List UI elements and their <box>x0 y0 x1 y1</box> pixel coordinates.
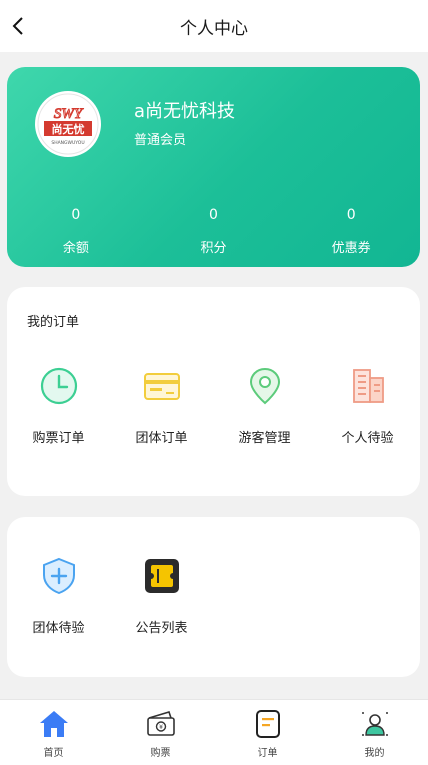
stat-value: 0 <box>209 207 218 223</box>
member-level: 普通会员 <box>134 133 187 148</box>
nav-label: 首页 <box>43 748 64 759</box>
clock-icon <box>40 367 77 405</box>
group-pending-button[interactable]: 团体待验 <box>7 555 110 636</box>
tools-grid: 团体待验 公告列表 <box>7 555 420 636</box>
ticket-icon <box>144 559 179 593</box>
header: 个人中心 <box>0 0 428 52</box>
tools-card: 团体待验 公告列表 <box>7 517 420 677</box>
ticket-orders-button[interactable]: 购票订单 <box>7 365 110 446</box>
stat-points[interactable]: 0 积分 <box>145 207 283 256</box>
nav-home[interactable]: 首页 <box>0 700 107 765</box>
avatar[interactable]: SWY 尚无忧 SHANGWUYOU <box>35 91 101 157</box>
nav-mine[interactable]: 我的 <box>321 700 428 765</box>
user-icon <box>361 712 388 736</box>
back-button[interactable] <box>0 8 36 44</box>
home-icon <box>39 711 68 737</box>
card-icon <box>143 373 180 400</box>
grid-label: 团体订单 <box>135 431 188 446</box>
nav-orders[interactable]: 订单 <box>214 700 321 765</box>
svg-text:尚无忧: 尚无忧 <box>52 122 85 136</box>
svg-text:SHANGWUYOU: SHANGWUYOU <box>51 140 84 146</box>
nav-label: 订单 <box>257 748 278 759</box>
section-title: 我的订单 <box>27 315 80 330</box>
personal-pending-button[interactable]: 个人待验 <box>316 365 419 446</box>
nav-label: 购票 <box>150 748 171 759</box>
bottom-nav: 首页 ¥ 购票 订单 我的 <box>0 699 428 765</box>
my-orders-card: 我的订单 购票订单 团体订单 游客管理 个人待验 <box>7 287 420 496</box>
grid-label: 团体待验 <box>32 621 85 636</box>
nav-tickets[interactable]: ¥ 购票 <box>107 700 214 765</box>
stat-coupons[interactable]: 0 优惠券 <box>282 207 420 256</box>
group-orders-button[interactable]: 团体订单 <box>110 365 213 446</box>
wallet-icon: ¥ <box>146 711 175 736</box>
orders-grid: 购票订单 团体订单 游客管理 个人待验 <box>7 365 420 446</box>
stat-balance[interactable]: 0 余额 <box>7 207 145 256</box>
stat-label: 积分 <box>200 241 227 256</box>
grid-label: 公告列表 <box>135 621 188 636</box>
svg-text:SWY: SWY <box>54 106 84 122</box>
grid-label: 购票订单 <box>32 431 85 446</box>
stat-value: 0 <box>71 207 81 223</box>
nav-label: 我的 <box>364 748 385 759</box>
company-logo: SWY 尚无忧 SHANGWUYOU <box>37 93 99 155</box>
stat-label: 余额 <box>62 241 89 256</box>
profile-card: SWY 尚无忧 SHANGWUYOU a尚无忧科技 普通会员 0 余额 0 积分… <box>7 67 420 267</box>
stat-label: 优惠券 <box>331 241 371 256</box>
shield-plus-icon <box>42 557 75 595</box>
location-pin-icon <box>249 367 280 405</box>
tourist-management-button[interactable]: 游客管理 <box>213 365 316 446</box>
grid-label: 游客管理 <box>238 431 291 446</box>
stat-value: 0 <box>346 207 356 223</box>
company-name: a尚无忧科技 <box>134 101 236 122</box>
page-title: 个人中心 <box>180 18 248 39</box>
building-icon <box>352 369 384 403</box>
profile-page: 个人中心 SWY 尚无忧 SHANGWUYOU a尚无忧科技 普通会员 0 余额… <box>0 0 428 765</box>
chevron-left-icon <box>12 17 23 35</box>
svg-text:¥: ¥ <box>159 724 163 731</box>
order-icon <box>255 710 280 738</box>
announcement-list-button[interactable]: 公告列表 <box>110 555 213 636</box>
stats-row: 0 余额 0 积分 0 优惠券 <box>7 207 420 256</box>
grid-label: 个人待验 <box>341 431 394 446</box>
